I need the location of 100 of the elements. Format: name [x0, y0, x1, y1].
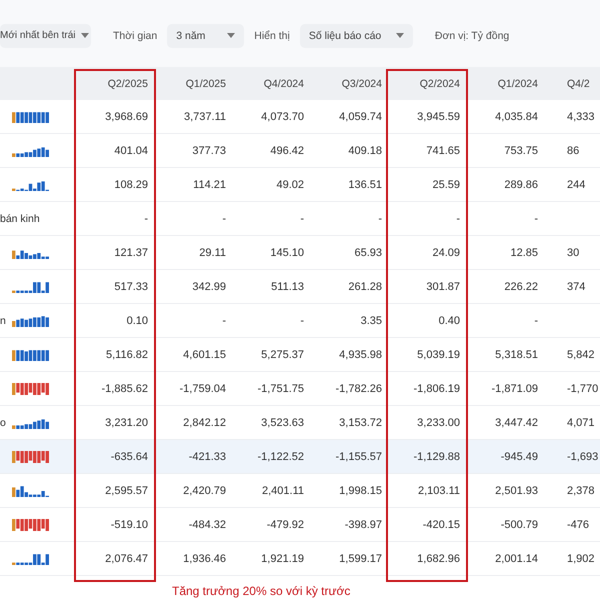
period-dropdown[interactable]: 3 năm — [167, 24, 244, 48]
table-cell-text: 3,231.20 — [104, 416, 149, 428]
table-cell-text: 5,275.37 — [260, 348, 305, 360]
table-cell-text: 4,059.74 — [338, 110, 383, 122]
table-cell-text: 1,998.15 — [338, 484, 383, 496]
table-cell-text: 121.37 — [113, 246, 149, 258]
table-cell-text: 5,039.19 — [416, 348, 461, 360]
table-cell-text: 342.99 — [191, 280, 227, 292]
table-cell-text: - — [221, 314, 227, 326]
table-cell-text: 374 — [566, 280, 586, 292]
table-cell-text: 145.10 — [269, 246, 305, 258]
table-cell-text: 2,378 — [566, 484, 596, 496]
table-cell-text: 2,001.14 — [494, 552, 539, 564]
table-cell-text: 30 — [566, 246, 580, 258]
table-cell-text: 1,599.17 — [338, 552, 383, 564]
table-cell-text: 4,601.15 — [182, 348, 227, 360]
table-cell-text: 377.73 — [191, 144, 227, 156]
table-cell-text: 5,318.51 — [494, 348, 539, 360]
table-cell-text: 1,936.46 — [182, 552, 227, 564]
table-cell-text: 261.28 — [347, 280, 383, 292]
table-cell-text: 409.18 — [347, 144, 383, 156]
table-cell-text: -1,693 — [566, 450, 600, 462]
table-cell-text: 3,447.42 — [494, 416, 539, 428]
table-cell-text: 108.29 — [113, 178, 149, 190]
table-cell-text: 511.13 — [270, 280, 305, 292]
table-cell-text: 3.35 — [360, 314, 383, 326]
table-cell-text: 0.40 — [438, 314, 461, 326]
column-header: Q2/2025 — [106, 78, 149, 90]
row-label: bán kinh — [0, 212, 40, 224]
table-cell-text: -1,122.52 — [256, 450, 305, 462]
table-cell-text: 741.65 — [425, 144, 461, 156]
column-header: Q1/2025 — [184, 78, 227, 90]
table-cell-text: - — [299, 212, 305, 224]
table-cell-text: 401.04 — [113, 144, 149, 156]
table-cell-text: -420.15 — [422, 518, 461, 530]
column-header: Q4/2024 — [262, 78, 305, 90]
table-cell-text: 1,682.96 — [416, 552, 461, 564]
table-cell-text: -1,759.04 — [178, 382, 227, 394]
table-cell-text: 2,595.57 — [104, 484, 149, 496]
table-cell-text: -1,806.19 — [412, 382, 461, 394]
table-cell-text: 753.75 — [503, 144, 539, 156]
column-header: Q3/2024 — [340, 78, 383, 90]
table-cell-text: 3,945.59 — [416, 110, 461, 122]
display-label: Hiển thị — [254, 30, 290, 42]
table-cell-text: 3,737.11 — [182, 110, 227, 122]
table-cell-text: 4,333 — [566, 110, 596, 122]
caret-icon — [227, 33, 236, 38]
caret-icon — [396, 33, 404, 38]
table-cell-text: - — [533, 212, 539, 224]
table-cell-text: - — [455, 212, 461, 224]
table-cell-text: 244 — [566, 178, 586, 190]
table-cell-text: - — [143, 212, 149, 224]
table-cell-text: -476 — [566, 518, 590, 530]
sort-order-dropdown[interactable]: Mới nhất bên trái — [0, 24, 91, 48]
table-cell-text: 25.59 — [431, 178, 461, 190]
table-cell-text: 2,842.12 — [182, 416, 227, 428]
table-cell-text: 1,902 — [566, 552, 596, 564]
table-cell-text: -635.64 — [110, 450, 149, 462]
table-cell-text: -1,129.88 — [412, 450, 461, 462]
annotation-text: Tăng trưởng 20% so với kỳ trước — [172, 584, 352, 598]
table-cell-text: 3,153.72 — [338, 416, 383, 428]
table-cell-text: -500.79 — [500, 518, 539, 530]
table-cell-text: 4,035.84 — [494, 110, 539, 122]
table-cell-text: 2,501.93 — [494, 484, 539, 496]
table-cell-text: -519.10 — [110, 518, 149, 530]
table-cell-text: 2,103.11 — [416, 484, 461, 496]
table-cell-text: 65.93 — [353, 246, 383, 258]
table-cell-text: 12.85 — [509, 246, 539, 258]
row-label: n — [0, 314, 6, 326]
table-cell-text: -1,155.57 — [334, 450, 383, 462]
table-cell-text: - — [533, 314, 539, 326]
table-cell-text: 496.42 — [269, 144, 305, 156]
table-cell-text: 226.22 — [503, 280, 539, 292]
table-cell-text: -1,871.09 — [490, 382, 539, 394]
column-header: Q4/2 — [566, 78, 591, 90]
table-cell-text: -1,770 — [566, 382, 600, 394]
table-cell-text: 4,073.70 — [260, 110, 305, 122]
table-cell-text: -1,751.75 — [256, 382, 305, 394]
table-cell-text: -421.33 — [188, 450, 227, 462]
display-dropdown[interactable]: Số liệu báo cáo — [300, 24, 413, 48]
column-header: Q2/2024 — [418, 78, 461, 90]
table-cell-text: -398.97 — [344, 518, 383, 530]
table-cell-text: -1,782.26 — [334, 382, 383, 394]
table-cell-text: 86 — [566, 144, 580, 156]
table-cell-text: 49.02 — [275, 178, 305, 190]
table-cell-text: 2,401.11 — [260, 484, 305, 496]
table-cell-text: 4,071 — [566, 416, 596, 428]
table-cell-text: 29.11 — [198, 246, 227, 258]
caret-icon — [81, 33, 90, 38]
table-cell-text: 1,921.19 — [260, 552, 305, 564]
table-cell-text: 517.33 — [113, 280, 149, 292]
table-cell-text: -945.49 — [500, 450, 539, 462]
unit-label: Đơn vị: Tỷ đồng — [434, 30, 510, 42]
table-cell-text: - — [221, 212, 227, 224]
table-cell-text: -479.92 — [266, 518, 305, 530]
table-cell-text: 0.10 — [126, 314, 149, 326]
table-cell-text: 5,842 — [566, 348, 596, 360]
table-cell-text: 4,935.98 — [338, 348, 383, 360]
table-cell-text: 136.51 — [347, 178, 383, 190]
table-cell-text: 3,233.00 — [416, 416, 461, 428]
